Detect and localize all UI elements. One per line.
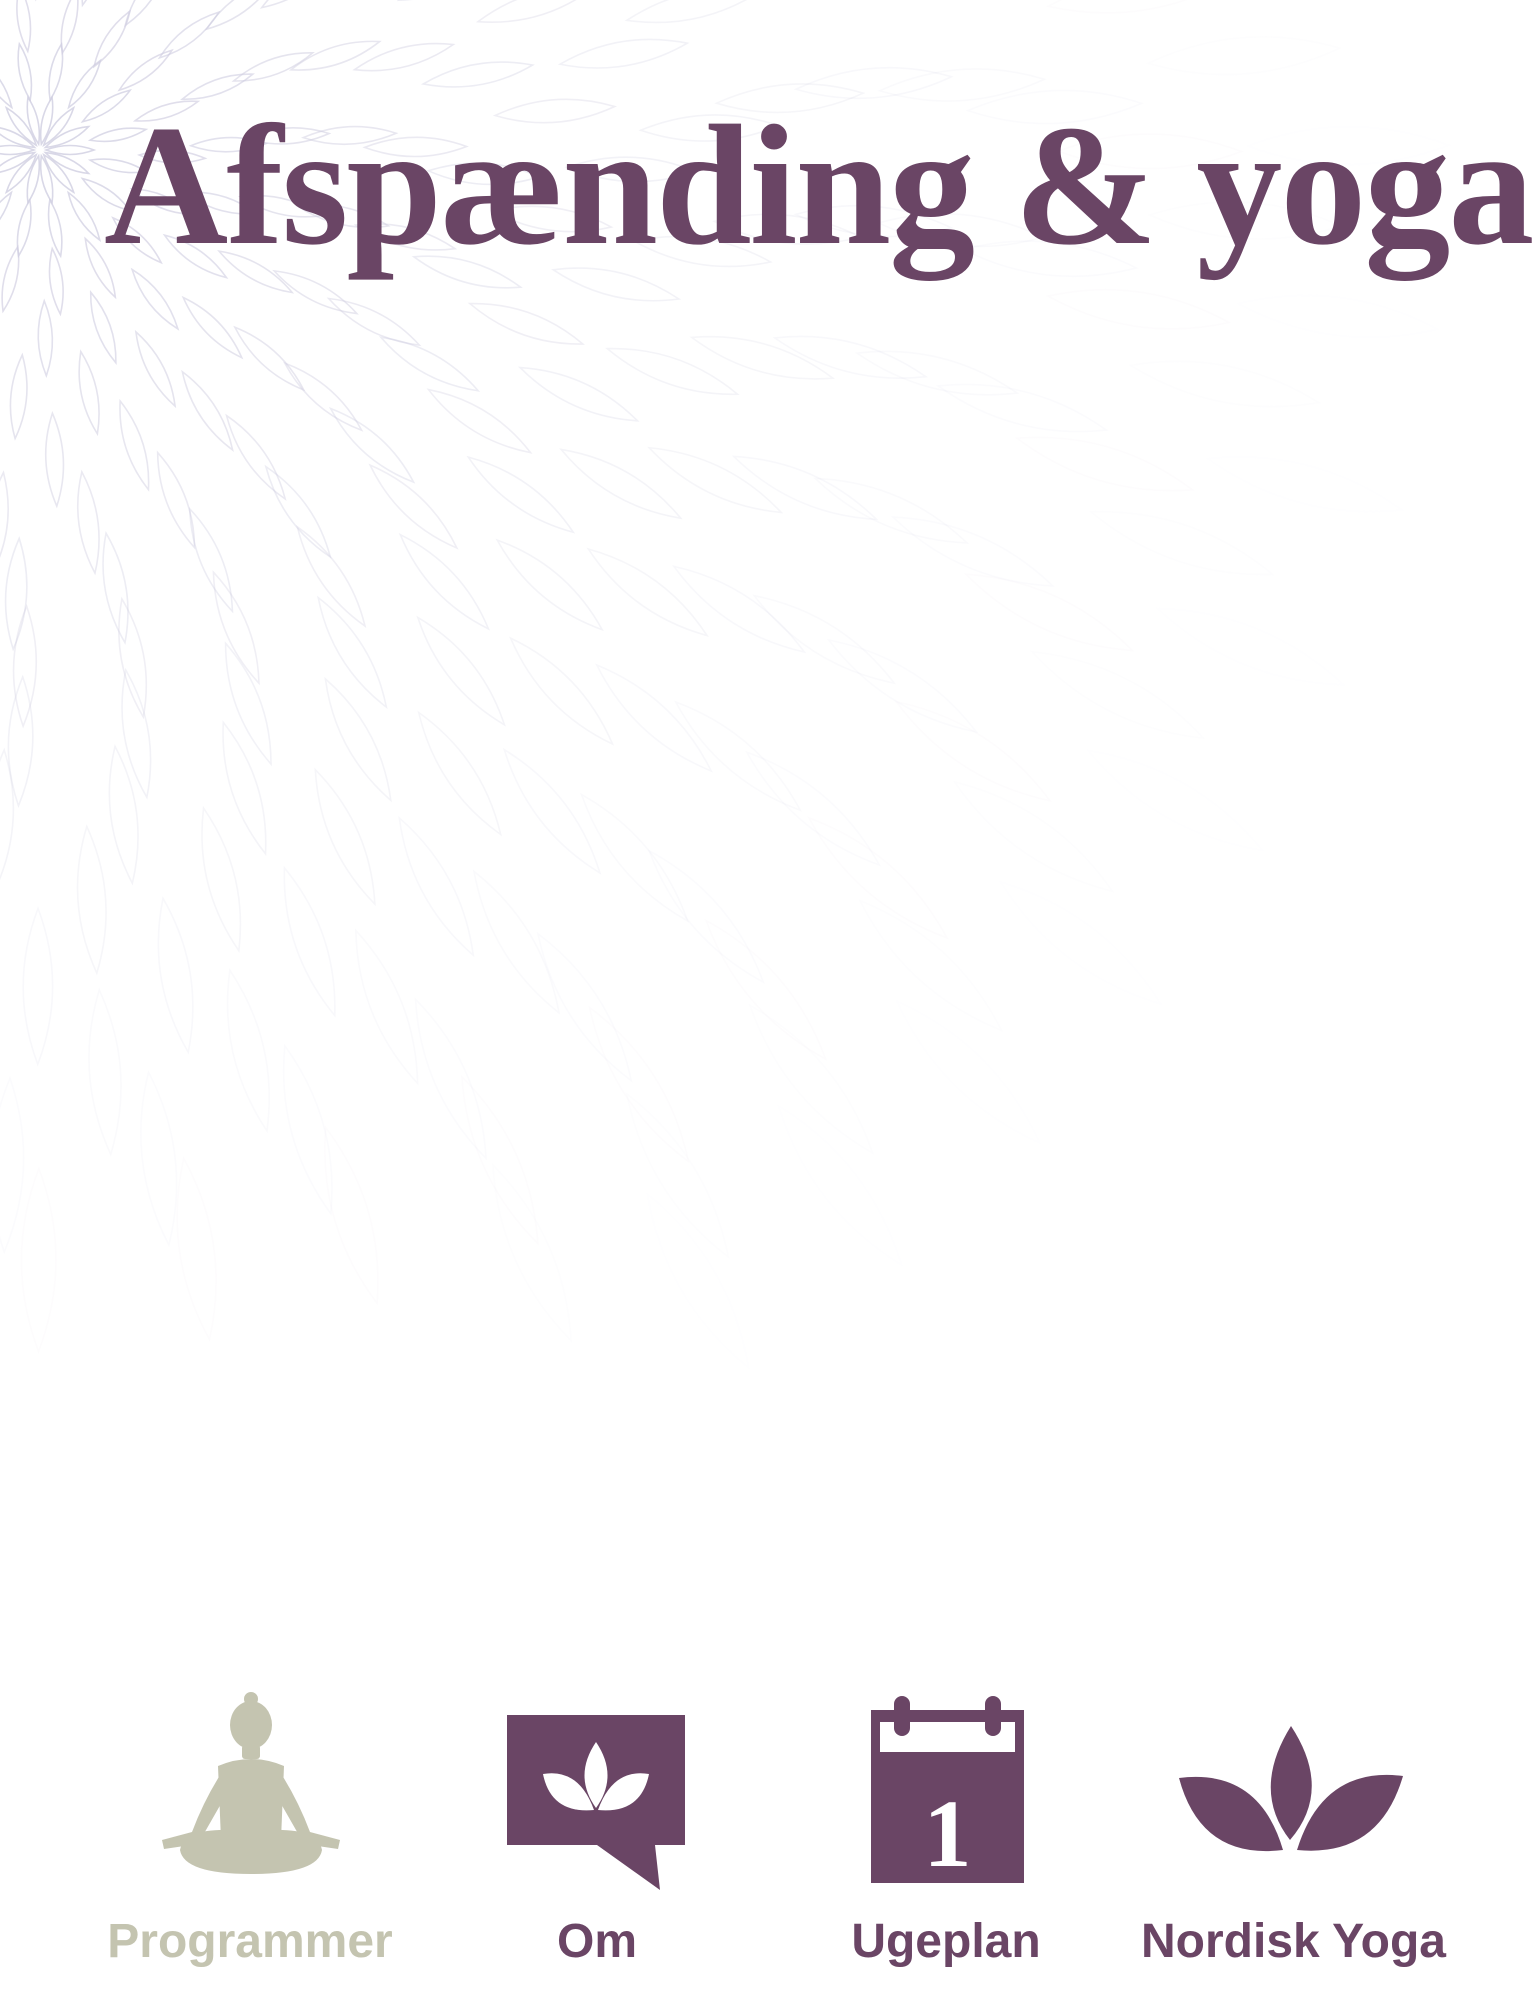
lotus-icon: [1179, 1726, 1403, 1852]
tab-label: Programmer: [107, 1915, 393, 1968]
tab-nordisk-yoga[interactable]: Nordisk Yoga: [1141, 1690, 1446, 1990]
tab-ugeplan[interactable]: 1 Ugeplan: [796, 1690, 1096, 1990]
meditation-figure-icon: [162, 1692, 340, 1874]
calendar-icon: 1: [871, 1696, 1024, 1887]
tab-programmer[interactable]: Programmer: [100, 1690, 400, 1990]
app-screen: Afspænding & yoga Programmer Om 1 Ugepla…: [0, 0, 1536, 2008]
tab-label: Om: [556, 1915, 637, 1968]
tab-label: Ugeplan: [851, 1915, 1041, 1968]
tab-label: Nordisk Yoga: [1141, 1915, 1446, 1968]
speech-bubble-lotus-icon: [507, 1715, 685, 1890]
page-title: Afspænding & yoga: [104, 91, 1534, 281]
tab-om[interactable]: Om: [447, 1690, 747, 1990]
calendar-day-number: 1: [924, 1780, 972, 1887]
